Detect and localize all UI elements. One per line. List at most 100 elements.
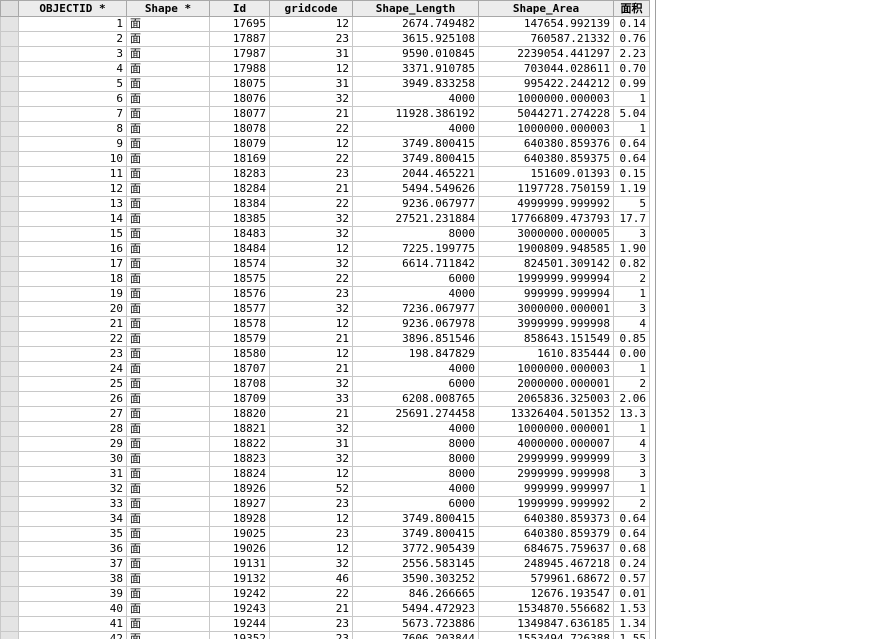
shape-length-cell[interactable]: 3949.833258 bbox=[352, 76, 479, 92]
gridcode-cell[interactable]: 23 bbox=[269, 526, 353, 542]
row-selector[interactable] bbox=[0, 571, 19, 587]
shape-area-cell[interactable]: 760587.21332 bbox=[478, 31, 614, 47]
shape-length-cell[interactable]: 6000 bbox=[352, 376, 479, 392]
id-cell[interactable]: 17988 bbox=[209, 61, 270, 77]
table-row[interactable]: 9 面 18079 12 3749.800415 640380.859376 0.64 bbox=[0, 136, 650, 152]
id-cell[interactable]: 19132 bbox=[209, 571, 270, 587]
shape-cell[interactable]: 面 bbox=[126, 346, 210, 362]
objectid-cell[interactable]: 10 bbox=[18, 151, 127, 167]
shape-cell[interactable]: 面 bbox=[126, 271, 210, 287]
area-cell[interactable]: 2.23 bbox=[613, 46, 650, 62]
area-cell[interactable]: 1 bbox=[613, 481, 650, 497]
shape-cell[interactable]: 面 bbox=[126, 556, 210, 572]
table-row[interactable]: 40 面 19243 21 5494.472923 1534870.556682 1.53 bbox=[0, 601, 650, 617]
gridcode-cell[interactable]: 21 bbox=[269, 361, 353, 377]
area-cell[interactable]: 0.57 bbox=[613, 571, 650, 587]
shape-length-cell[interactable]: 3749.800415 bbox=[352, 526, 479, 542]
shape-area-cell[interactable]: 12676.193547 bbox=[478, 586, 614, 602]
id-cell[interactable]: 18077 bbox=[209, 106, 270, 122]
shape-cell[interactable]: 面 bbox=[126, 541, 210, 557]
area-cell[interactable]: 0.15 bbox=[613, 166, 650, 182]
shape-area-cell[interactable]: 3000000.000005 bbox=[478, 226, 614, 242]
row-selector[interactable] bbox=[0, 46, 19, 62]
row-selector[interactable] bbox=[0, 451, 19, 467]
shape-cell[interactable]: 面 bbox=[126, 511, 210, 527]
shape-area-cell[interactable]: 2999999.999998 bbox=[478, 466, 614, 482]
shape-length-cell[interactable]: 5494.472923 bbox=[352, 601, 479, 617]
id-cell[interactable]: 18580 bbox=[209, 346, 270, 362]
area-cell[interactable]: 4 bbox=[613, 316, 650, 332]
objectid-cell[interactable]: 31 bbox=[18, 466, 127, 482]
table-row[interactable]: 21 面 18578 12 9236.067978 3999999.999998 4 bbox=[0, 316, 650, 332]
row-selector[interactable] bbox=[0, 106, 19, 122]
row-selector[interactable] bbox=[0, 31, 19, 47]
objectid-cell[interactable]: 16 bbox=[18, 241, 127, 257]
area-cell[interactable]: 1.34 bbox=[613, 616, 650, 632]
shape-area-cell[interactable]: 640380.859379 bbox=[478, 526, 614, 542]
shape-length-cell[interactable]: 11928.386192 bbox=[352, 106, 479, 122]
id-cell[interactable]: 18575 bbox=[209, 271, 270, 287]
table-row[interactable]: 4 面 17988 12 3371.910785 703044.028611 0.70 bbox=[0, 61, 650, 77]
gridcode-cell[interactable]: 12 bbox=[269, 316, 353, 332]
row-selector[interactable] bbox=[0, 91, 19, 107]
id-cell[interactable]: 18079 bbox=[209, 136, 270, 152]
shape-length-cell[interactable]: 3615.925108 bbox=[352, 31, 479, 47]
table-row[interactable]: 6 面 18076 32 4000 1000000.000003 1 bbox=[0, 91, 650, 107]
table-row[interactable]: 22 面 18579 21 3896.851546 858643.151549 0.85 bbox=[0, 331, 650, 347]
gridcode-cell[interactable]: 31 bbox=[269, 436, 353, 452]
gridcode-cell[interactable]: 31 bbox=[269, 76, 353, 92]
area-cell[interactable]: 0.85 bbox=[613, 331, 650, 347]
id-cell[interactable]: 18928 bbox=[209, 511, 270, 527]
column-header-id[interactable]: Id bbox=[209, 0, 270, 17]
row-selector[interactable] bbox=[0, 421, 19, 437]
shape-area-cell[interactable]: 1000000.000003 bbox=[478, 121, 614, 137]
area-cell[interactable]: 3 bbox=[613, 451, 650, 467]
row-selector[interactable] bbox=[0, 301, 19, 317]
shape-length-cell[interactable]: 5494.549626 bbox=[352, 181, 479, 197]
row-selector[interactable] bbox=[0, 16, 19, 32]
shape-cell[interactable]: 面 bbox=[126, 406, 210, 422]
column-header-objectid[interactable]: OBJECTID * bbox=[18, 0, 127, 17]
shape-area-cell[interactable]: 2239054.441297 bbox=[478, 46, 614, 62]
area-cell[interactable]: 3 bbox=[613, 466, 650, 482]
table-row[interactable]: 1 面 17695 12 2674.749482 147654.992139 0.14 bbox=[0, 16, 650, 32]
gridcode-cell[interactable]: 12 bbox=[269, 466, 353, 482]
table-row[interactable]: 32 面 18926 52 4000 999999.999997 1 bbox=[0, 481, 650, 497]
area-cell[interactable]: 4 bbox=[613, 436, 650, 452]
id-cell[interactable]: 18821 bbox=[209, 421, 270, 437]
row-selector[interactable] bbox=[0, 586, 19, 602]
table-row[interactable]: 17 面 18574 32 6614.711842 824501.309142 0.82 bbox=[0, 256, 650, 272]
shape-length-cell[interactable]: 5673.723886 bbox=[352, 616, 479, 632]
row-selector[interactable] bbox=[0, 496, 19, 512]
id-cell[interactable]: 17987 bbox=[209, 46, 270, 62]
table-row[interactable]: 14 面 18385 32 27521.231884 17766809.473793 17.… bbox=[0, 211, 650, 227]
shape-area-cell[interactable]: 2065836.325003 bbox=[478, 391, 614, 407]
area-cell[interactable]: 0.82 bbox=[613, 256, 650, 272]
id-cell[interactable]: 18384 bbox=[209, 196, 270, 212]
gridcode-cell[interactable]: 32 bbox=[269, 211, 353, 227]
objectid-cell[interactable]: 42 bbox=[18, 631, 127, 639]
table-row[interactable]: 27 面 18820 21 25691.274458 13326404.501352 13.… bbox=[0, 406, 650, 422]
area-cell[interactable]: 0.99 bbox=[613, 76, 650, 92]
column-header-gridcode[interactable]: gridcode bbox=[269, 0, 353, 17]
area-cell[interactable]: 0.01 bbox=[613, 586, 650, 602]
shape-area-cell[interactable]: 4000000.000007 bbox=[478, 436, 614, 452]
table-row[interactable]: 28 面 18821 32 4000 1000000.000001 1 bbox=[0, 421, 650, 437]
row-selector[interactable] bbox=[0, 391, 19, 407]
objectid-cell[interactable]: 30 bbox=[18, 451, 127, 467]
objectid-cell[interactable]: 38 bbox=[18, 571, 127, 587]
area-cell[interactable]: 3 bbox=[613, 301, 650, 317]
row-selector[interactable] bbox=[0, 226, 19, 242]
area-cell[interactable]: 5.04 bbox=[613, 106, 650, 122]
objectid-cell[interactable]: 9 bbox=[18, 136, 127, 152]
id-cell[interactable]: 19025 bbox=[209, 526, 270, 542]
id-cell[interactable]: 18824 bbox=[209, 466, 270, 482]
shape-area-cell[interactable]: 824501.309142 bbox=[478, 256, 614, 272]
shape-cell[interactable]: 面 bbox=[126, 181, 210, 197]
area-cell[interactable]: 1 bbox=[613, 91, 650, 107]
shape-cell[interactable]: 面 bbox=[126, 301, 210, 317]
objectid-cell[interactable]: 11 bbox=[18, 166, 127, 182]
objectid-cell[interactable]: 25 bbox=[18, 376, 127, 392]
id-cell[interactable]: 18169 bbox=[209, 151, 270, 167]
shape-area-cell[interactable]: 1553494.726388 bbox=[478, 631, 614, 639]
